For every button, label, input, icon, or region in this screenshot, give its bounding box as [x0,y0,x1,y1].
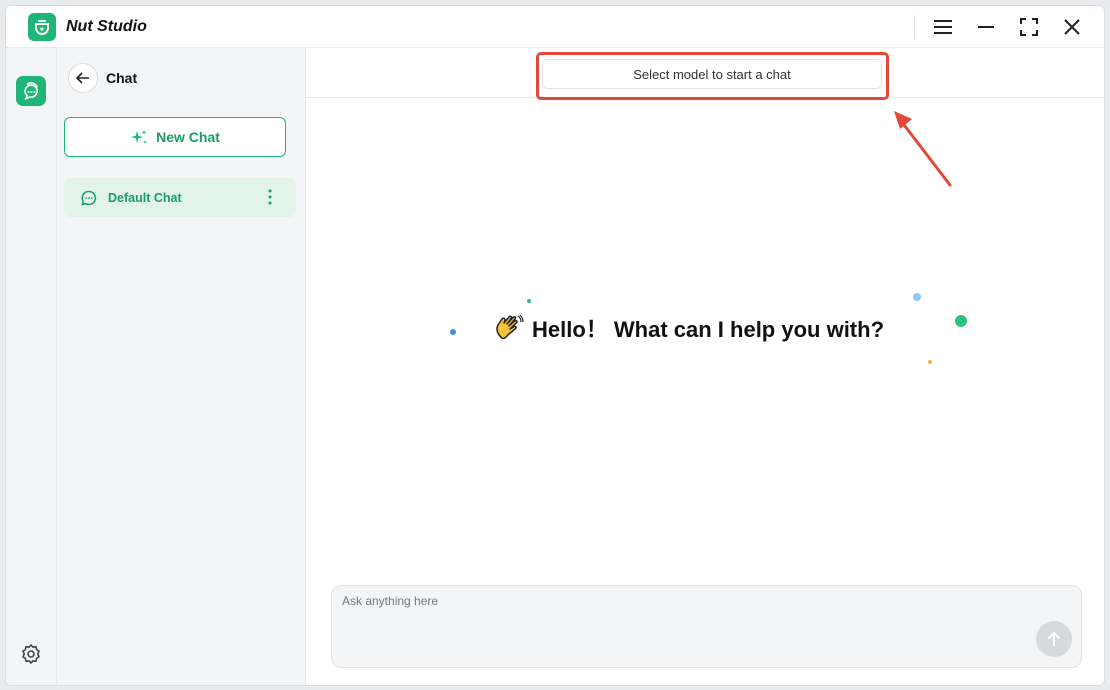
annotation-arrow [894,111,952,187]
icon-rail [6,48,57,685]
close-icon [1064,19,1080,35]
waving-hand-icon [496,314,524,340]
greeting: Hello！ What can I help you with? [494,312,884,344]
more-vertical-icon[interactable] [268,189,272,205]
titlebar-divider [914,15,915,39]
sidebar-title: Chat [106,70,138,86]
chat-header: Select model to start a chat [306,48,1104,100]
arrow-up-icon [1047,631,1061,646]
app-title: Nut Studio [66,18,147,35]
chat-icon [24,82,38,100]
model-select-button[interactable]: Select model to start a chat [542,59,882,89]
menu-button[interactable] [929,14,957,40]
menu-icon [934,20,952,34]
new-chat-button[interactable]: New Chat [64,117,286,157]
minimize-button[interactable] [972,14,1000,40]
app-window: Nut Studio Chat New Chat Default Chat Se… [5,5,1105,686]
app-logo-icon [28,13,56,41]
fullscreen-icon [1020,18,1038,36]
gear-icon [22,644,40,664]
decor-dot [450,329,456,335]
greeting-text: Hello！ What can I help you with? [532,317,885,342]
close-button[interactable] [1058,14,1086,40]
message-composer [331,585,1082,668]
rail-chat-button[interactable] [16,76,46,106]
new-chat-label: New Chat [156,129,220,145]
chat-sidebar: Chat New Chat Default Chat [57,48,306,685]
minimize-icon [978,26,994,28]
message-input[interactable] [332,586,1081,667]
chat-main: Select model to start a chat Hello！ What… [306,48,1104,685]
decor-dot [928,360,932,364]
arrow-left-icon [76,72,89,84]
back-button[interactable] [68,63,98,93]
title-bar: Nut Studio [6,6,1104,48]
decor-dot [527,299,531,303]
sparkle-icon [131,130,148,144]
chat-list-item[interactable]: Default Chat [64,178,296,217]
settings-button[interactable] [19,642,43,666]
decor-dot [913,293,921,301]
fullscreen-button[interactable] [1015,14,1043,40]
decor-dot [955,315,967,327]
send-button[interactable] [1036,621,1072,657]
chat-item-label: Default Chat [108,191,182,205]
chat-bubble-icon [81,190,97,206]
